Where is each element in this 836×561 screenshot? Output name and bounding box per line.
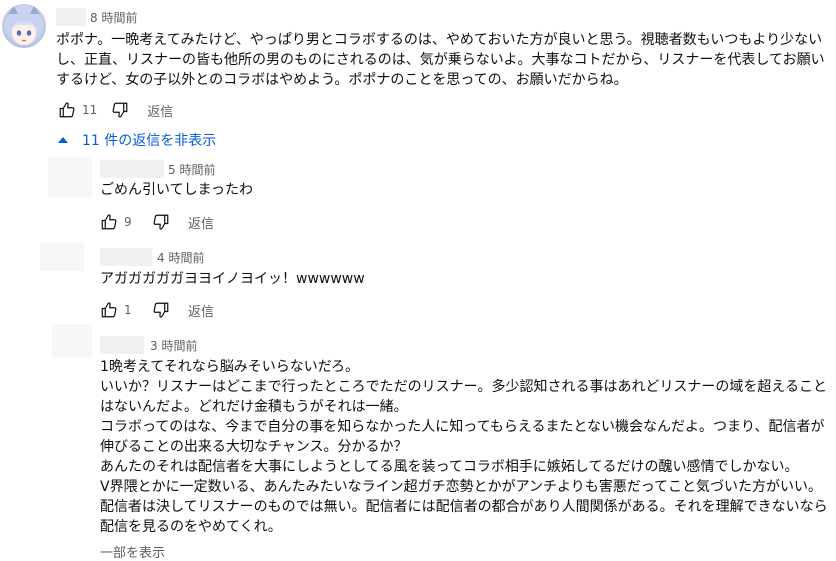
dislike-button[interactable] bbox=[152, 213, 170, 231]
dislike-button[interactable] bbox=[111, 101, 129, 119]
thumbs-up-icon bbox=[101, 214, 117, 230]
avatar[interactable] bbox=[2, 4, 46, 48]
thumbs-down-icon bbox=[153, 302, 169, 318]
thumbs-up-icon bbox=[59, 102, 75, 118]
reply-action-bar: 1 返信 bbox=[100, 300, 214, 320]
reply-author-name[interactable] bbox=[100, 336, 144, 354]
like-button[interactable] bbox=[58, 101, 76, 119]
caret-up-icon bbox=[58, 137, 68, 143]
author-name[interactable] bbox=[56, 8, 86, 26]
like-count: 1 bbox=[124, 303, 132, 317]
reply-action-bar: 9 返信 bbox=[100, 212, 214, 232]
reply-text: ごめん引いてしまったわ bbox=[100, 182, 254, 198]
avatar-image bbox=[6, 6, 42, 45]
reply-avatar[interactable] bbox=[52, 324, 92, 358]
reply-button[interactable]: 返信 bbox=[147, 101, 173, 120]
reply-text: アガガガガガヨヨイノヨイッ！wwwwww bbox=[100, 271, 365, 287]
reply-avatar[interactable] bbox=[40, 243, 84, 271]
comment-timestamp[interactable]: 8 時間前 bbox=[90, 9, 137, 26]
reply-timestamp[interactable]: 5 時間前 bbox=[168, 161, 215, 178]
reply-button[interactable]: 返信 bbox=[188, 213, 214, 232]
comment-text: ポポナ。一晩考えてみたけど、やっぱり男とコラボするのは、やめておいた方が良いと思… bbox=[56, 32, 825, 88]
reply-timestamp[interactable]: 4 時間前 bbox=[157, 249, 204, 266]
like-button[interactable] bbox=[100, 213, 118, 231]
thumbs-down-icon bbox=[112, 102, 128, 118]
hide-replies-label: 11 件の返信を非表示 bbox=[82, 133, 217, 149]
comment-action-bar: 11 返信 bbox=[58, 100, 173, 120]
hide-replies-button[interactable]: 11 件の返信を非表示 bbox=[58, 130, 216, 150]
like-count: 11 bbox=[82, 103, 98, 117]
reply-author-name[interactable] bbox=[100, 160, 164, 178]
dislike-button[interactable] bbox=[152, 301, 170, 319]
reply-timestamp[interactable]: 3 時間前 bbox=[150, 337, 197, 354]
reply-text: 1晩考えてそれなら脳みそいらないだろ。 いいか？リスナーはどこまで行ったところで… bbox=[100, 359, 828, 535]
thumbs-down-icon bbox=[153, 214, 169, 230]
like-button[interactable] bbox=[100, 301, 118, 319]
reply-button[interactable]: 返信 bbox=[188, 301, 214, 320]
reply-author-name[interactable] bbox=[100, 248, 152, 266]
thumbs-up-icon bbox=[101, 302, 117, 318]
reply-avatar[interactable] bbox=[48, 157, 92, 197]
like-count: 9 bbox=[124, 215, 132, 229]
